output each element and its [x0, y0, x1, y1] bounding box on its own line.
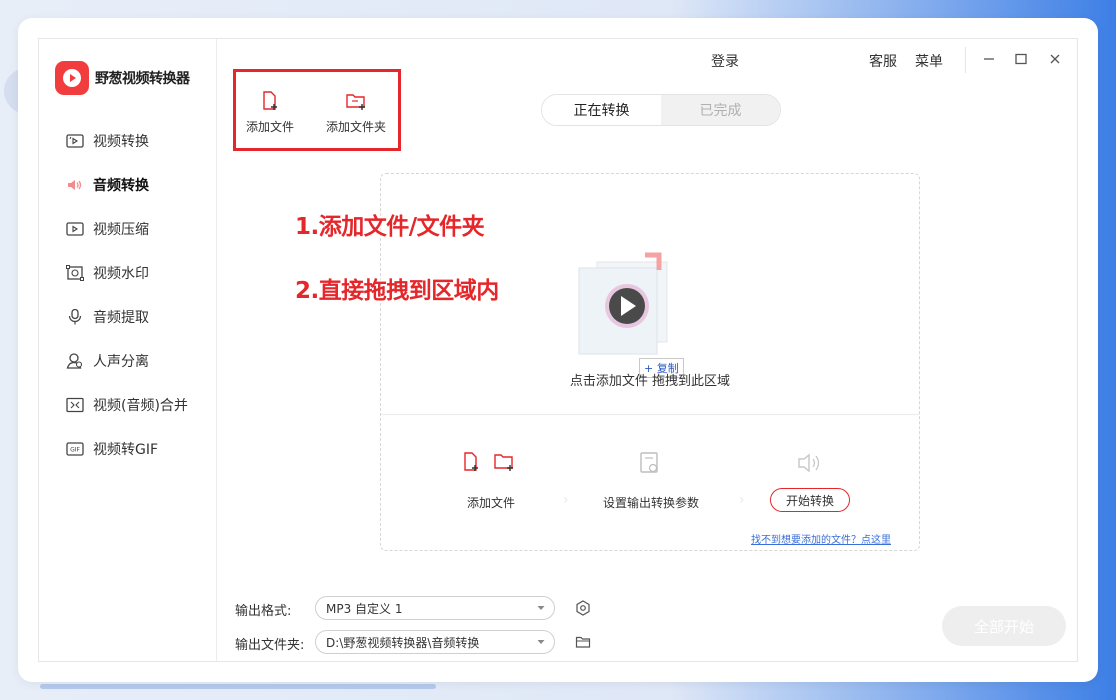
maximize-button[interactable] — [1009, 47, 1033, 71]
login-link[interactable]: 登录 — [711, 51, 739, 71]
app-window: 野葱视频转换器 视频转换 音频转换 视频压缩 视频水印 音频提取 人声分离 视频… — [38, 38, 1078, 662]
minimize-button[interactable] — [977, 47, 1001, 71]
sidebar-item-label: 视频水印 — [93, 266, 149, 282]
sidebar-item-label: 视频转GIF — [93, 442, 159, 458]
start-convert-button[interactable]: 开始转换 — [770, 488, 850, 512]
output-format-select[interactable]: MP3 自定义 1 — [315, 596, 555, 620]
step-start-icon — [798, 453, 820, 473]
chevron-down-icon — [537, 640, 545, 644]
add-folder-label: 添加文件夹 — [326, 120, 387, 134]
folder-icon — [575, 636, 591, 648]
tab-converting[interactable]: 正在转换 — [542, 95, 661, 125]
drop-zone-divider — [381, 414, 919, 415]
sidebar-item-video-convert[interactable]: 视频转换 — [39, 119, 217, 163]
audio-extract-icon — [65, 307, 85, 327]
close-icon — [1050, 54, 1060, 64]
open-folder-button[interactable] — [574, 633, 592, 651]
merge-icon — [65, 395, 85, 415]
sidebar: 野葱视频转换器 视频转换 音频转换 视频压缩 视频水印 音频提取 人声分离 视频… — [39, 39, 217, 661]
output-format-value: MP3 自定义 1 — [326, 601, 403, 616]
gear-icon — [576, 600, 590, 616]
sidebar-item-audio-convert[interactable]: 音频转换 — [39, 163, 217, 207]
help-link[interactable]: 找不到想要添加的文件？点这里 — [751, 531, 891, 546]
sidebar-item-label: 视频(音频)合并 — [93, 398, 188, 414]
gif-icon: GIF — [65, 439, 85, 459]
sidebar-item-audio-extract[interactable]: 音频提取 — [39, 295, 217, 339]
output-folder-select[interactable]: D:\野葱视频转换器\音频转换 — [315, 630, 555, 654]
sidebar-nav: 视频转换 音频转换 视频压缩 视频水印 音频提取 人声分离 视频(音频)合并 G… — [39, 119, 217, 471]
topbar-divider — [965, 47, 966, 73]
sidebar-item-label: 人声分离 — [93, 354, 149, 370]
sidebar-item-label: 音频提取 — [93, 310, 149, 326]
app-logo-icon — [55, 61, 89, 95]
format-settings-button[interactable] — [574, 599, 592, 617]
close-button[interactable] — [1043, 47, 1067, 71]
step-chevron-1-icon: › — [563, 492, 569, 508]
output-folder-value: D:\野葱视频转换器\音频转换 — [326, 635, 480, 650]
tab-completed[interactable]: 已完成 — [661, 95, 780, 125]
add-file-label: 添加文件 — [246, 120, 295, 134]
chevron-down-icon — [537, 606, 545, 610]
app-name: 野葱视频转换器 — [95, 71, 190, 87]
step-chevron-2-icon: › — [739, 492, 745, 508]
add-file-button[interactable]: 添加文件 — [246, 90, 294, 135]
menu-link[interactable]: 菜单 — [915, 51, 943, 71]
drop-zone-hint: 点击添加文件 拖拽到此区域 — [569, 374, 731, 389]
video-convert-icon — [65, 131, 85, 151]
video-file-illustration — [575, 250, 685, 360]
sidebar-item-voice-separate[interactable]: 人声分离 — [39, 339, 217, 383]
start-all-button[interactable]: 全部开始 — [942, 606, 1066, 646]
sidebar-item-label: 视频压缩 — [93, 222, 149, 238]
annotation-step-2: 2.直接拖拽到区域内 — [295, 278, 499, 304]
taskbar-indicator — [40, 684, 436, 689]
step-add-file-label: 添加文件 — [466, 496, 515, 510]
status-tabs: 正在转换 已完成 — [541, 94, 781, 126]
add-file-icon — [263, 91, 277, 110]
voice-separate-icon — [65, 351, 85, 371]
watermark-icon — [65, 263, 85, 283]
step-settings-label: 设置输出转换参数 — [602, 496, 699, 510]
video-compress-icon — [65, 219, 85, 239]
sidebar-item-video-watermark[interactable]: 视频水印 — [39, 251, 217, 295]
sidebar-item-label: 音频转换 — [93, 178, 149, 194]
add-folder-button[interactable]: 添加文件夹 — [326, 90, 386, 135]
sidebar-item-gif[interactable]: GIF 视频转GIF — [39, 427, 217, 471]
maximize-icon — [1015, 53, 1027, 65]
customer-service-link[interactable]: 客服 — [869, 51, 897, 71]
step-settings-icon — [640, 452, 658, 473]
output-folder-label: 输出文件夹: — [235, 638, 305, 653]
speaker-icon — [65, 175, 85, 195]
sidebar-item-merge[interactable]: 视频(音频)合并 — [39, 383, 217, 427]
output-format-label: 输出格式: — [235, 604, 292, 619]
add-folder-icon — [346, 94, 365, 110]
sidebar-item-video-compress[interactable]: 视频压缩 — [39, 207, 217, 251]
sidebar-item-label: 视频转换 — [93, 134, 149, 150]
annotation-step-1: 1.添加文件/文件夹 — [295, 214, 485, 240]
svg-text:GIF: GIF — [70, 447, 80, 454]
step-add-file-icon — [464, 452, 513, 471]
brand: 野葱视频转换器 — [55, 61, 190, 95]
toolbar-highlight: 添加文件 添加文件夹 — [233, 69, 401, 151]
minimize-icon — [984, 58, 994, 60]
